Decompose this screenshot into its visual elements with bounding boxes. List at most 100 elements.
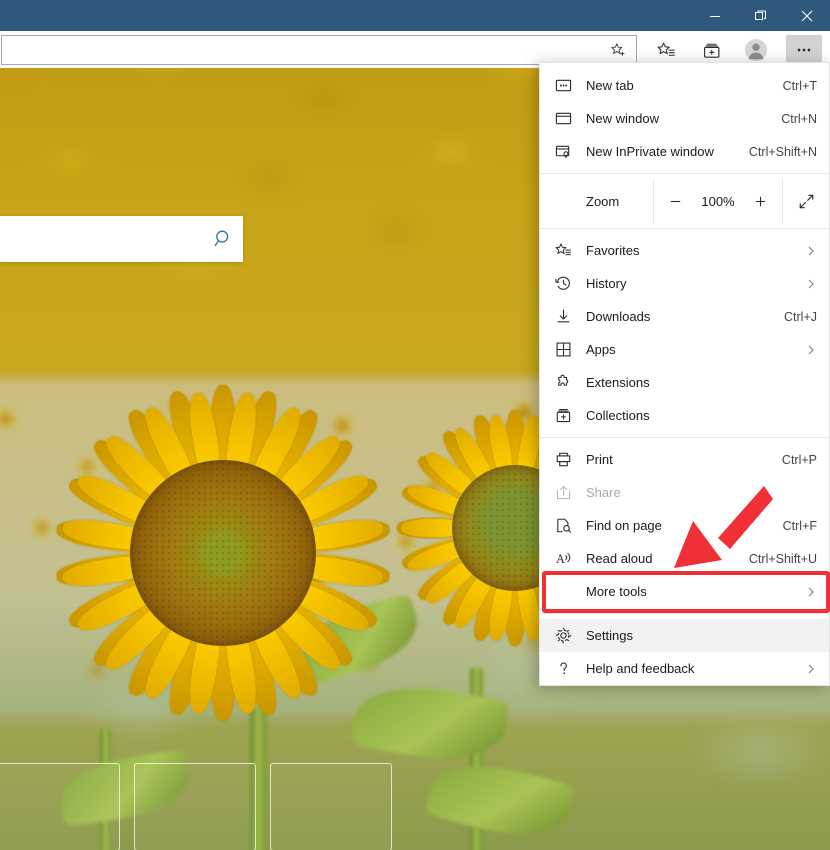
menu-item-extensions[interactable]: Extensions (540, 366, 829, 399)
zoom-in-button[interactable] (744, 184, 778, 218)
sunflower-foreground (54, 385, 392, 721)
collections-icon (540, 399, 586, 432)
search-icon (214, 230, 228, 247)
sunflower-disc (130, 460, 316, 646)
question-icon (540, 652, 586, 685)
new-tab-icon (540, 69, 586, 102)
new-window-icon (540, 102, 586, 135)
quick-link-tile[interactable] (0, 763, 120, 850)
minus-icon (670, 200, 681, 202)
menu-item-settings[interactable]: Settings (540, 619, 829, 652)
restore-icon (755, 10, 766, 20)
ellipsis-icon (797, 48, 811, 52)
search-input[interactable] (0, 216, 204, 262)
close-button[interactable] (784, 0, 830, 31)
menu-item-label: History (586, 276, 627, 291)
add-favorite-button[interactable] (601, 36, 635, 64)
menu-separator (540, 173, 829, 174)
menu-item-label: Downloads (586, 309, 651, 324)
collections-icon (703, 43, 719, 58)
address-input[interactable] (2, 36, 601, 64)
menu-item-label: Read aloud (586, 551, 653, 566)
zoom-out-button[interactable] (658, 184, 692, 218)
title-bar (0, 0, 830, 31)
menu-item-help-and-feedback[interactable]: Help and feedback (540, 652, 829, 685)
menu-item-new-tab[interactable]: New tab Ctrl+T (540, 69, 829, 102)
apps-icon (540, 333, 586, 366)
menu-item-share: Share (540, 476, 829, 509)
close-icon (801, 10, 813, 21)
chevron-right-icon (799, 278, 817, 290)
fullscreen-button[interactable] (783, 179, 829, 223)
more-tools-icon-placeholder (540, 575, 586, 608)
quick-link-tile[interactable] (270, 763, 392, 850)
restore-button[interactable] (738, 0, 784, 31)
chevron-right-icon (799, 245, 817, 257)
menu-item-read-aloud[interactable]: A Read aloud Ctrl+Shift+U (540, 542, 829, 575)
downloads-icon (540, 300, 586, 333)
menu-separator (540, 437, 829, 438)
minimize-icon (710, 15, 720, 17)
chevron-right-icon (799, 663, 817, 675)
settings-and-more-menu: New tab Ctrl+T New window Ctrl+N New InP… (539, 62, 830, 686)
minimize-button[interactable] (692, 0, 738, 31)
menu-item-shortcut: Ctrl+J (784, 309, 817, 324)
menu-item-label: New tab (586, 78, 634, 93)
menu-item-print[interactable]: Print Ctrl+P (540, 443, 829, 476)
chevron-right-icon (799, 344, 817, 356)
address-bar[interactable] (1, 35, 637, 65)
menu-item-label: Help and feedback (586, 661, 695, 676)
menu-item-collections[interactable]: Collections (540, 399, 829, 432)
menu-item-label: Apps (586, 342, 616, 357)
history-icon (540, 267, 586, 300)
menu-item-downloads[interactable]: Downloads Ctrl+J (540, 300, 829, 333)
menu-item-label: New window (586, 111, 659, 126)
share-icon (540, 476, 586, 509)
quick-link-tiles (0, 763, 392, 850)
menu-item-label: Find on page (586, 518, 662, 533)
menu-item-label: More tools (586, 584, 647, 599)
profile-avatar-icon (745, 39, 767, 61)
zoom-controls: 100% (653, 179, 783, 223)
menu-zoom-row: Zoom 100% (540, 179, 829, 223)
menu-item-apps[interactable]: Apps (540, 333, 829, 366)
profile-button[interactable] (740, 35, 772, 65)
menu-item-new-inprivate-window[interactable]: New InPrivate window Ctrl+Shift+N (540, 135, 829, 168)
star-plus-icon (610, 42, 624, 56)
menu-item-history[interactable]: History (540, 267, 829, 300)
browser-window: New tab Ctrl+T New window Ctrl+N New InP… (0, 0, 830, 850)
zoom-value: 100% (701, 193, 735, 209)
menu-item-label: Extensions (586, 375, 650, 390)
menu-item-more-tools[interactable]: More tools (540, 575, 829, 608)
menu-item-shortcut: Ctrl+P (781, 452, 817, 467)
menu-item-shortcut: Ctrl+Shift+N (748, 144, 817, 159)
find-icon (540, 509, 586, 542)
favorites-icon (657, 42, 675, 56)
menu-item-label: Collections (586, 408, 650, 423)
fullscreen-icon (799, 194, 813, 208)
menu-separator (540, 228, 829, 229)
menu-item-find-on-page[interactable]: Find on page Ctrl+F (540, 509, 829, 542)
menu-item-label: Settings (586, 628, 633, 643)
settings-and-more-button[interactable] (786, 35, 822, 65)
menu-item-label: Favorites (586, 243, 640, 258)
extensions-icon (540, 366, 586, 399)
print-icon (540, 443, 586, 476)
menu-item-label: New InPrivate window (586, 144, 714, 159)
read-aloud-icon: A (540, 542, 586, 575)
menu-item-new-window[interactable]: New window Ctrl+N (540, 102, 829, 135)
search-submit-button[interactable] (204, 216, 243, 262)
favorites-button[interactable] (650, 35, 682, 65)
svg-text:A: A (555, 552, 564, 566)
menu-item-label: Print (586, 452, 613, 467)
quick-link-tile[interactable] (134, 763, 256, 850)
menu-item-favorites[interactable]: Favorites (540, 234, 829, 267)
search-box[interactable] (0, 216, 243, 262)
chevron-right-icon (799, 586, 817, 598)
menu-item-shortcut: Ctrl+T (782, 78, 817, 93)
collections-button[interactable] (696, 35, 728, 65)
favorites-icon (540, 234, 586, 267)
inprivate-icon (540, 135, 586, 168)
menu-item-shortcut: Ctrl+N (781, 111, 817, 126)
menu-item-label: Share (586, 485, 621, 500)
